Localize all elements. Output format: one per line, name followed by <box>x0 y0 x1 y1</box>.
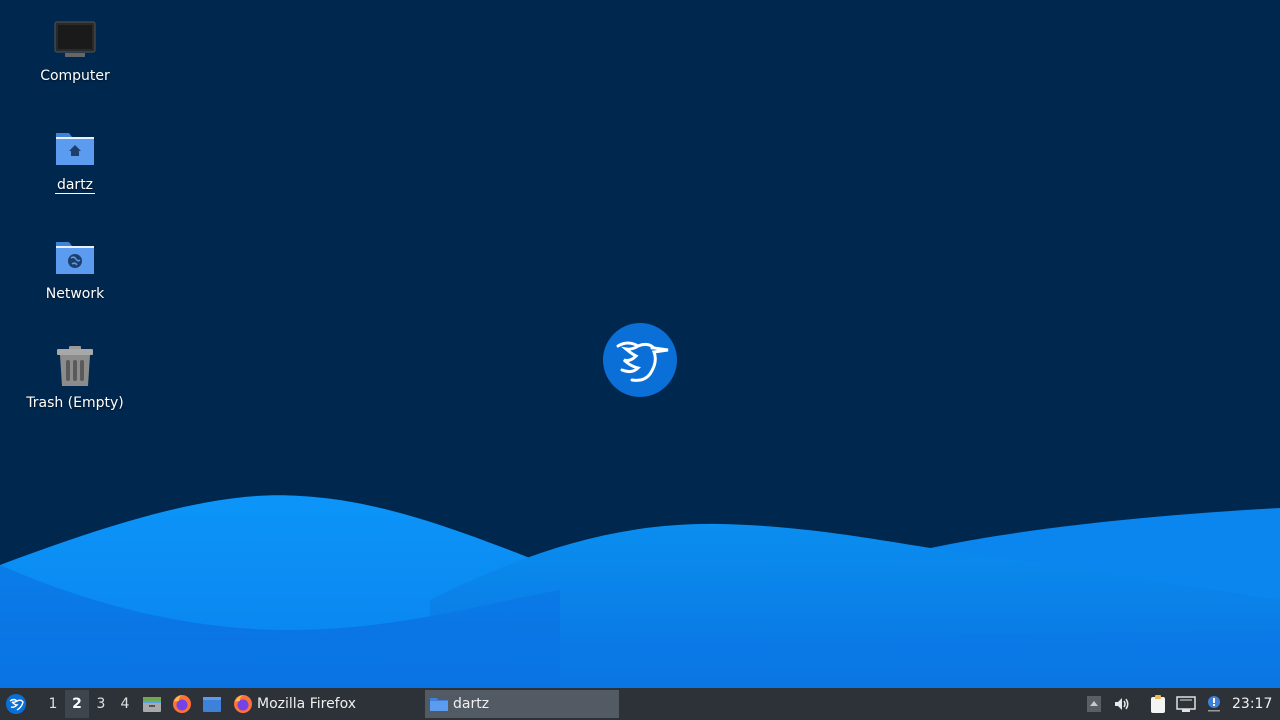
home-folder-icon <box>51 125 99 173</box>
notification-icon <box>1208 696 1220 712</box>
network-status-button[interactable] <box>1172 688 1200 720</box>
firefox-icon <box>234 695 252 713</box>
firefox-icon <box>173 695 191 713</box>
hummingbird-logo-icon <box>602 322 678 398</box>
clock[interactable]: 23:17 <box>1228 688 1280 720</box>
workspace-2-button[interactable]: 2 <box>65 690 89 718</box>
desktop-icon-network[interactable]: Network <box>20 234 130 302</box>
workspace-4-button[interactable]: 4 <box>113 690 137 718</box>
app-menu-icon <box>6 694 26 714</box>
network-folder-icon <box>51 234 99 282</box>
show-desktop-launcher[interactable] <box>197 688 227 720</box>
firefox-launcher[interactable] <box>167 688 197 720</box>
desktop-icon-trash[interactable]: Trash (Empty) <box>20 343 130 411</box>
workspace-3-button[interactable]: 3 <box>89 690 113 718</box>
task-button-dartz[interactable]: dartz <box>425 690 619 718</box>
tray-expand-icon <box>1087 696 1101 712</box>
clipboard-button[interactable] <box>1144 688 1172 720</box>
system-tray: 23:17 <box>1080 688 1280 720</box>
desktop-icon-label: Computer <box>40 68 110 84</box>
taskbar: 1 2 3 4 Mozilla Firefox dartz 23:17 <box>0 688 1280 720</box>
desktop-icon-label: Trash (Empty) <box>26 395 124 411</box>
trash-icon <box>51 343 99 391</box>
task-button-firefox[interactable]: Mozilla Firefox <box>229 690 419 718</box>
clipboard-icon <box>1151 695 1165 713</box>
desktop-icon-computer[interactable]: Computer <box>20 16 130 84</box>
desktop-icon-label: dartz <box>54 177 96 194</box>
computer-icon <box>51 16 99 64</box>
file-manager-icon <box>143 697 161 712</box>
desktop: Computer dartz Network Trash (Empty) <box>0 0 1280 688</box>
show-desktop-icon <box>203 697 221 712</box>
volume-button[interactable] <box>1108 688 1136 720</box>
folder-icon <box>430 698 448 711</box>
task-label: dartz <box>453 696 490 712</box>
workspace-1-button[interactable]: 1 <box>41 690 65 718</box>
file-manager-launcher[interactable] <box>137 688 167 720</box>
desktop-icon-home[interactable]: dartz <box>20 125 130 194</box>
task-label: Mozilla Firefox <box>257 696 357 712</box>
desktop-icon-label: Network <box>45 286 105 302</box>
tray-expand-button[interactable] <box>1080 688 1108 720</box>
app-menu-button[interactable] <box>0 688 32 720</box>
volume-icon <box>1115 698 1129 710</box>
notification-button[interactable] <box>1200 688 1228 720</box>
network-status-icon <box>1176 696 1196 712</box>
